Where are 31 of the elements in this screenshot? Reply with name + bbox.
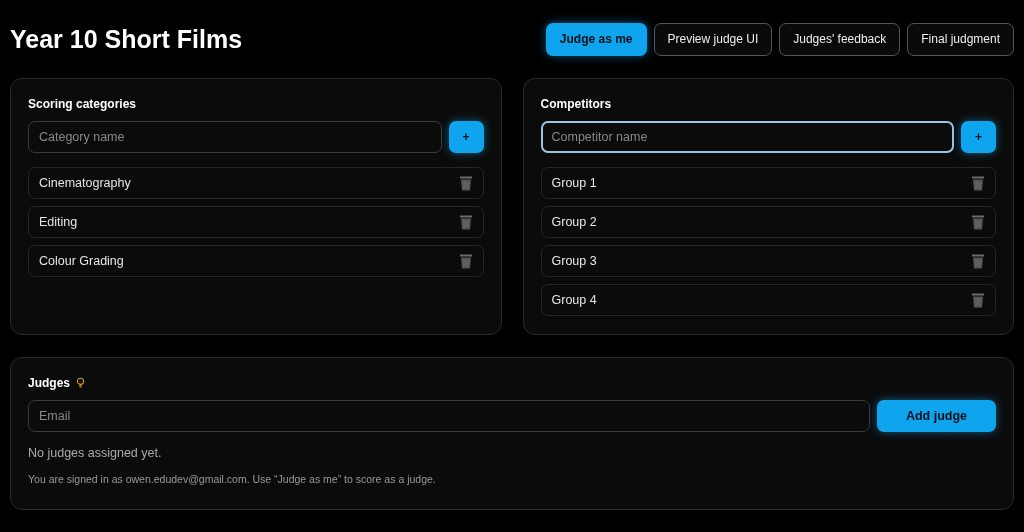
page-title: Year 10 Short Films	[10, 24, 243, 54]
item-label: Editing	[39, 215, 78, 229]
panel-heading: Judges	[28, 376, 70, 390]
header-button[interactable]: Preview judge UI	[653, 22, 773, 56]
add-button[interactable]: +	[448, 121, 484, 153]
trash-icon[interactable]	[971, 292, 985, 308]
text-field[interactable]: Category name	[28, 121, 442, 153]
panel-heading: Competitors	[540, 97, 613, 111]
trash-icon[interactable]	[971, 214, 985, 230]
panel-heading: Scoring categories	[28, 97, 138, 111]
trash-icon[interactable]	[971, 253, 985, 269]
trash-icon[interactable]	[971, 175, 985, 191]
signed-in-note: You are signed in as owen.edudev@gmail.com. Use “Judge as me” to score as a judge.	[28, 473, 437, 485]
item-label: Colour Grading	[39, 254, 124, 268]
lightbulb-icon	[76, 377, 85, 389]
item-label: Group 4	[551, 293, 597, 307]
trash-icon[interactable]	[458, 214, 473, 230]
header-button[interactable]: Final judgment	[907, 22, 1014, 56]
trash-icon[interactable]	[458, 253, 473, 269]
empty-message: No judges assigned yet.	[28, 446, 163, 460]
text-field[interactable]: Competitor name	[540, 121, 954, 153]
item-label: Group 1	[551, 176, 597, 190]
item-label: Cinematography	[39, 176, 131, 190]
header-button[interactable]: Judge as me	[545, 22, 647, 56]
header-button[interactable]: Judges' feedback	[779, 22, 901, 56]
item-label: Group 2	[551, 215, 597, 229]
trash-icon[interactable]	[458, 175, 473, 191]
add-judge-button[interactable]: Add judge	[877, 400, 996, 432]
item-label: Group 3	[551, 254, 597, 268]
email-field[interactable]: Email	[28, 400, 870, 432]
add-button[interactable]: +	[961, 121, 996, 153]
